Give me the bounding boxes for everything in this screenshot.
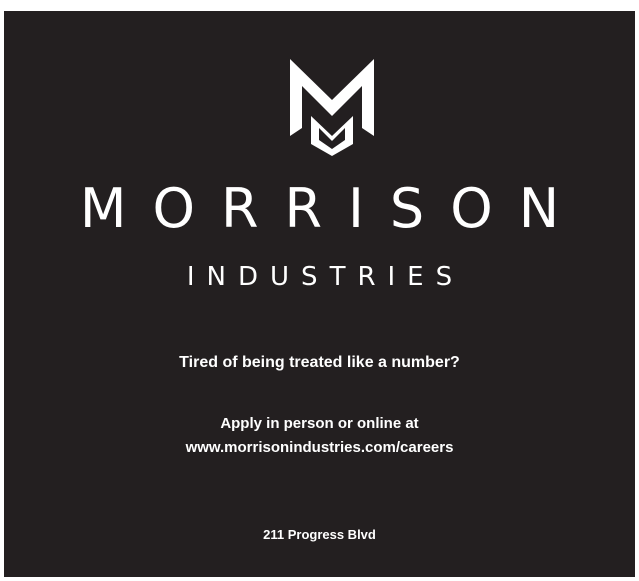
- apply-text: Apply in person or online at: [220, 415, 419, 432]
- job-advertisement: MORRISON INDUSTRIES Tired of being treat…: [4, 11, 635, 577]
- brand-name: MORRISON: [79, 177, 586, 240]
- address: 211 Progress Blvd: [263, 527, 376, 542]
- tagline: Tired of being treated like a number?: [179, 354, 460, 371]
- brand-subtitle: INDUSTRIES: [186, 262, 465, 292]
- apply-info: Apply in person or online at www.morriso…: [4, 412, 635, 460]
- careers-link[interactable]: www.morrisonindustries.com/careers: [4, 436, 635, 460]
- morrison-logo-icon: [290, 59, 374, 156]
